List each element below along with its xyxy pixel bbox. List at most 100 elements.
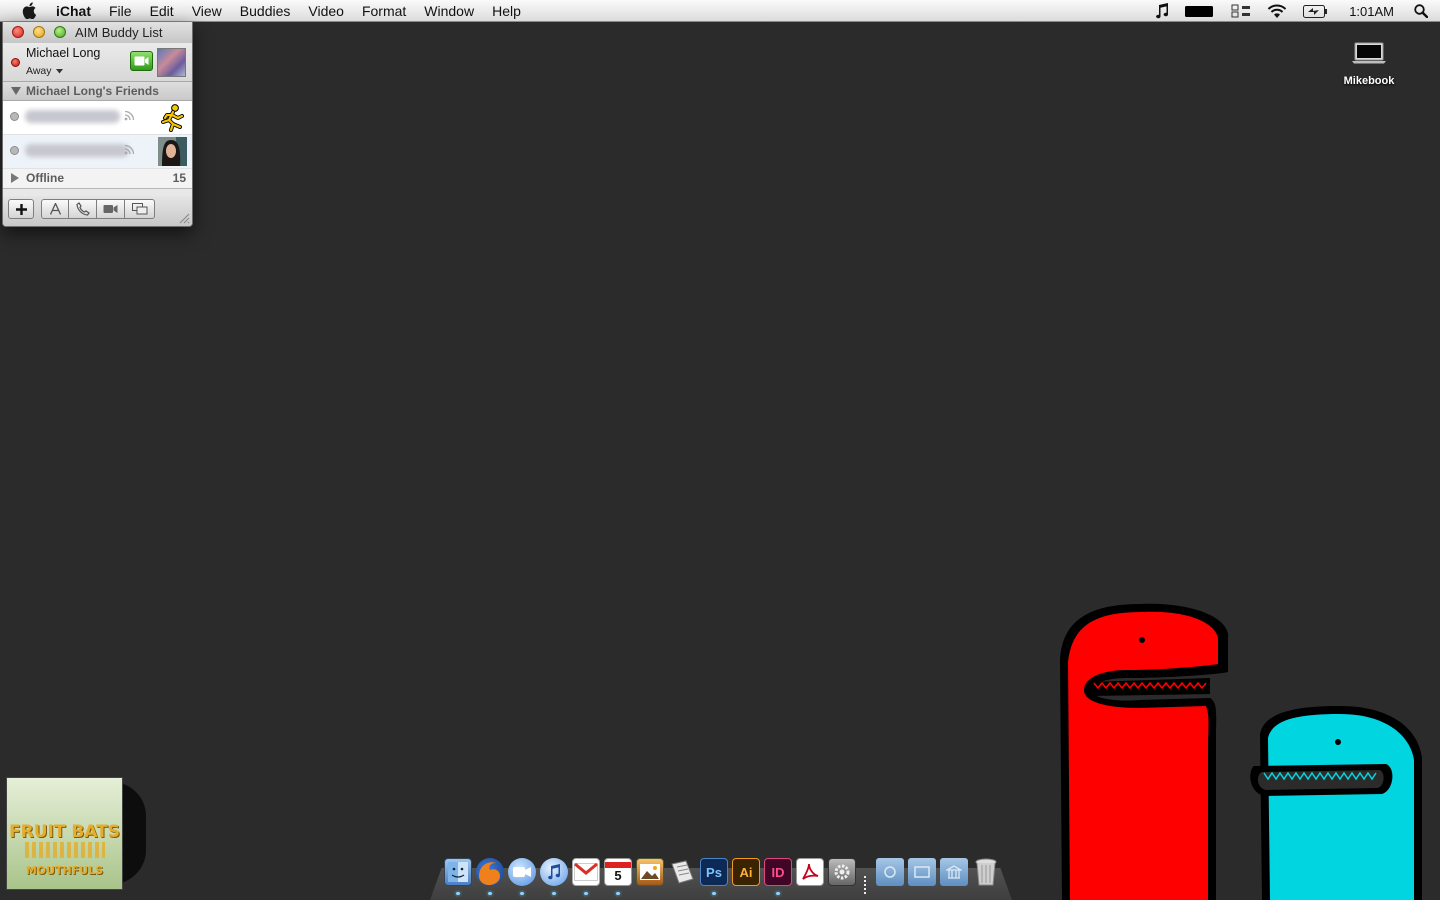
buddy-name-blurred — [25, 144, 129, 157]
chevron-down-icon — [55, 68, 63, 73]
close-button[interactable] — [12, 26, 24, 38]
minimize-button[interactable] — [33, 26, 45, 38]
dock-illustrator[interactable]: Ai — [732, 858, 760, 886]
phone-icon — [75, 202, 90, 216]
menu-clock[interactable]: 1:01AM — [1349, 4, 1394, 19]
running-indicator — [776, 892, 780, 895]
buddy-list-window: AIM Buddy List Michael Long Away Michael… — [2, 22, 193, 227]
rss-feed-icon — [124, 144, 135, 155]
account-header: Michael Long Away — [3, 43, 192, 82]
menu-bar: iChat File Edit View Buddies Video Forma… — [0, 0, 1440, 22]
text-chat-button[interactable] — [41, 199, 69, 219]
menu-buddies[interactable]: Buddies — [231, 0, 300, 22]
plus-icon — [15, 203, 27, 215]
script-editor-icon — [671, 860, 694, 884]
video-camera-button[interactable] — [130, 51, 153, 71]
album-art-widget[interactable]: FRUIT BATS MOUTHFULS — [6, 777, 123, 890]
running-indicator — [616, 892, 620, 895]
offline-label: Offline — [26, 171, 64, 185]
menu-view[interactable]: View — [183, 0, 231, 22]
app-menu-ichat[interactable]: iChat — [50, 0, 100, 22]
dock-indesign[interactable]: ID — [764, 858, 792, 886]
dock-separator — [864, 876, 866, 896]
dock-iphoto[interactable] — [636, 858, 664, 886]
running-indicator — [584, 892, 588, 895]
aim-running-man-icon — [161, 104, 184, 132]
desktop-disk-mikebook[interactable]: Mikebook — [1338, 42, 1400, 87]
running-indicator — [456, 892, 460, 895]
group-header-offline[interactable]: Offline 15 — [3, 169, 192, 189]
dock-gmail[interactable] — [572, 858, 600, 886]
my-avatar[interactable] — [157, 48, 186, 77]
menu-extras: 1:01AM — [1147, 0, 1440, 22]
dock-applications-folder[interactable] — [940, 858, 968, 886]
buddy-name-blurred — [25, 110, 120, 123]
wifi-icon[interactable] — [1267, 4, 1287, 19]
menu-file[interactable]: File — [100, 0, 141, 22]
ichat-icon — [513, 867, 531, 877]
dock-itunes[interactable] — [540, 858, 568, 886]
group-label: Michael Long's Friends — [26, 84, 159, 98]
dock-ical[interactable]: 5 — [604, 858, 632, 886]
dock-finder[interactable] — [444, 858, 472, 886]
status-label: Away — [26, 65, 52, 77]
menu-help[interactable]: Help — [483, 0, 530, 22]
running-indicator — [712, 892, 716, 895]
disclosure-open-icon — [11, 87, 21, 95]
menu-video[interactable]: Video — [299, 0, 353, 22]
dock-folder[interactable] — [908, 858, 936, 886]
input-menu-icon[interactable] — [1231, 4, 1251, 18]
rss-feed-icon — [124, 110, 135, 121]
album-title: MOUTHFULS — [25, 864, 104, 877]
dock-ichat[interactable] — [508, 858, 536, 886]
idle-status-dot — [10, 146, 19, 155]
calendar-day: 5 — [614, 867, 622, 883]
menu-edit[interactable]: Edit — [141, 0, 183, 22]
applications-folder-icon — [946, 865, 962, 879]
acrobat-icon — [802, 863, 819, 880]
music-note-icon[interactable] — [1155, 3, 1169, 19]
away-status-dot — [11, 58, 20, 67]
group-header-friends[interactable]: Michael Long's Friends — [3, 82, 192, 101]
dock-documents-folder[interactable] — [876, 858, 904, 886]
disk-label: Mikebook — [1343, 75, 1395, 87]
add-buddy-button[interactable] — [8, 199, 34, 219]
screen-share-icon — [131, 203, 147, 215]
folder-icon — [914, 866, 930, 878]
battery-charging-icon[interactable] — [1303, 4, 1328, 18]
trash-icon — [975, 858, 997, 886]
battery-bar-icon[interactable] — [1185, 5, 1215, 17]
text-chat-icon — [49, 203, 61, 215]
buddy-toolbar — [3, 196, 192, 226]
dock-script-editor[interactable] — [668, 858, 696, 886]
dock-firefox[interactable] — [476, 858, 504, 886]
buddy-row[interactable] — [3, 135, 192, 169]
menu-format[interactable]: Format — [353, 0, 415, 22]
video-camera-icon — [103, 205, 118, 213]
finder-icon — [448, 862, 468, 882]
wallpaper-dinosaurs — [1060, 603, 1422, 900]
menu-window[interactable]: Window — [415, 0, 483, 22]
zoom-button[interactable] — [54, 26, 66, 38]
window-titlebar[interactable]: AIM Buddy List — [3, 22, 192, 43]
status-menu[interactable]: Away — [26, 65, 63, 77]
folder-icon — [884, 866, 896, 878]
apple-menu-icon[interactable] — [18, 0, 40, 22]
spotlight-icon[interactable] — [1414, 4, 1428, 18]
screen-share-button[interactable] — [124, 199, 155, 219]
gear-icon — [834, 864, 850, 880]
dock-trash[interactable] — [972, 858, 1000, 886]
audio-chat-button[interactable] — [68, 199, 97, 219]
dock-photoshop[interactable]: Ps — [700, 858, 728, 886]
account-name: Michael Long — [26, 46, 101, 60]
dock-acrobat[interactable] — [796, 858, 824, 886]
video-chat-button[interactable] — [96, 199, 125, 219]
gmail-icon — [574, 863, 598, 881]
buddy-row[interactable] — [3, 101, 192, 135]
dock-system-preferences[interactable] — [828, 858, 856, 886]
running-indicator — [552, 892, 556, 895]
iphoto-icon — [640, 864, 660, 880]
resize-grip-icon[interactable] — [179, 213, 190, 224]
album-artist: FRUIT BATS — [9, 822, 120, 842]
idle-status-dot — [10, 112, 19, 121]
